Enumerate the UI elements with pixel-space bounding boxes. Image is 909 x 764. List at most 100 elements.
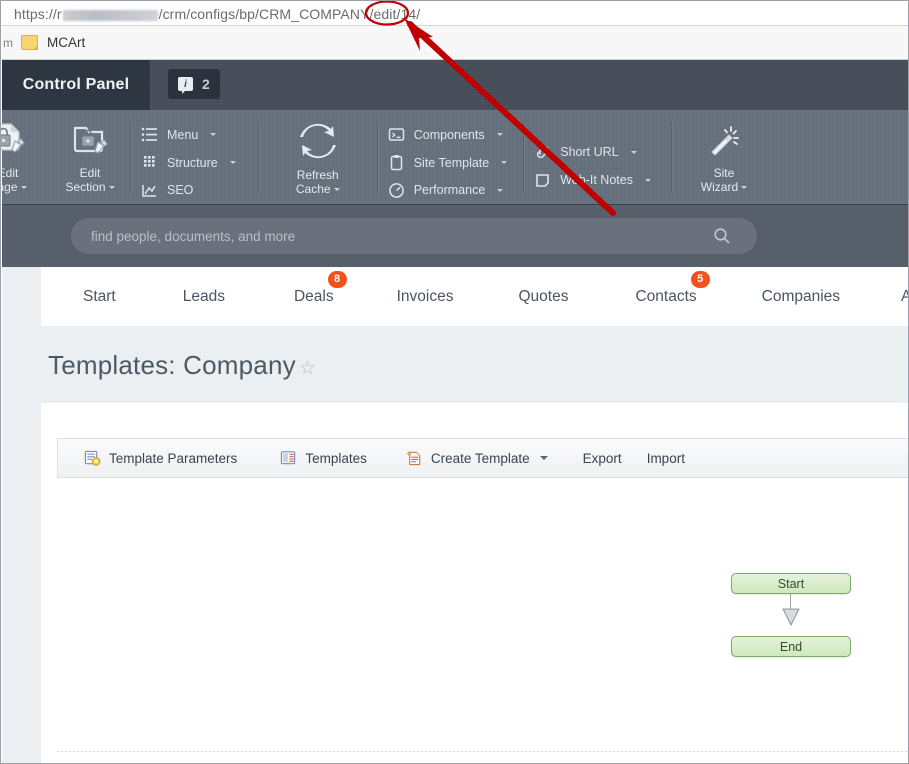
- performance-label: Performance: [413, 183, 486, 198]
- crm-navigation: Start Leads Deals 8 Invoices Quotes Cont…: [41, 267, 908, 326]
- workflow-diagram: Start End: [731, 573, 853, 683]
- arrow-down-icon: [781, 608, 800, 626]
- bookmark-partial-label[interactable]: m: [3, 36, 13, 50]
- note-icon: [534, 172, 551, 189]
- folder-icon: [21, 35, 38, 50]
- page-lock-edit-icon: [1, 120, 28, 160]
- edit-page-button[interactable]: Edit Page: [1, 110, 44, 194]
- export-button[interactable]: Export: [565, 439, 639, 477]
- toolbar-group-edit-section: Edit Section: [54, 110, 126, 204]
- toolbar-group-components: Components Site Template Performance: [378, 110, 522, 204]
- control-panel-header: Control Panel: [2, 60, 908, 110]
- chevron-down-icon: [108, 186, 115, 190]
- chevron-down-icon: [741, 186, 748, 190]
- control-panel-tab[interactable]: Control Panel: [2, 60, 150, 110]
- web-it-notes-button[interactable]: Web-It Notes: [524, 166, 665, 194]
- browser-url-bar[interactable]: https://r/crm/configs/bp/CRM_COMPANY/edi…: [2, 2, 908, 26]
- nav-item-companies[interactable]: Companies: [714, 288, 857, 306]
- chevron-down-icon: [210, 133, 217, 137]
- chevron-down-icon: [496, 133, 503, 137]
- bookmark-item-mcart[interactable]: MCArt: [21, 35, 85, 50]
- nav-label: Quotes: [518, 287, 569, 305]
- site-template-label: Site Template: [413, 155, 490, 170]
- browser-window: https://r/crm/configs/bp/CRM_COMPANY/edi…: [0, 0, 909, 764]
- toolbar-divider: [670, 122, 672, 192]
- structure-label: Structure: [167, 155, 218, 170]
- structure-button[interactable]: Structure: [131, 149, 250, 177]
- action-label: Templates: [305, 450, 367, 466]
- web-it-notes-label: Web-It Notes: [560, 173, 633, 187]
- chevron-down-icon: [20, 186, 27, 190]
- chevron-down-icon: [644, 178, 651, 182]
- nav-item-start[interactable]: Start: [41, 288, 133, 306]
- search-icon[interactable]: [713, 227, 743, 245]
- edit-page-label: Edit Page: [1, 166, 27, 194]
- components-label: Components: [413, 127, 485, 142]
- toolbar-divider: [257, 122, 259, 192]
- template-parameters-button[interactable]: Template Parameters: [58, 439, 254, 477]
- page-title: Templates: Company: [48, 350, 296, 380]
- nav-item-invoices[interactable]: Invoices: [351, 288, 471, 306]
- url-suffix: /crm/configs/bp/CRM_COMPANY/edit/14/: [158, 5, 421, 22]
- nav-badge-deals: 8: [327, 270, 347, 288]
- edit-section-label: Edit Section: [65, 166, 115, 194]
- toolbar-group-refresh: Refresh Cache: [277, 110, 359, 204]
- create-template-button[interactable]: Create Template: [384, 439, 565, 477]
- nav-label: Activities: [901, 288, 908, 305]
- grid-icon: [141, 154, 158, 171]
- toolbar-group-site: Menu Structure SEO: [131, 110, 250, 204]
- seo-button[interactable]: SEO: [131, 176, 250, 204]
- chevron-down-icon: [333, 188, 340, 192]
- link-icon: [534, 144, 551, 161]
- workflow-node-label: End: [779, 639, 803, 654]
- refresh-cache-button[interactable]: Refresh Cache: [277, 110, 359, 196]
- create-template-icon: [406, 449, 423, 467]
- chevron-down-icon: [539, 456, 548, 460]
- star-outline-icon[interactable]: ☆: [299, 357, 316, 380]
- page-title-band: Templates: Company ☆: [41, 326, 908, 403]
- chart-icon: [141, 182, 158, 199]
- performance-button[interactable]: Performance: [378, 176, 522, 204]
- nav-item-leads[interactable]: Leads: [133, 288, 242, 306]
- nav-item-quotes[interactable]: Quotes: [470, 288, 585, 306]
- menu-button[interactable]: Menu: [131, 121, 250, 149]
- action-toolbar: Template Parameters Templates Create Tem…: [57, 438, 908, 478]
- import-button[interactable]: Import: [639, 439, 702, 477]
- clipboard-icon: [388, 154, 405, 171]
- template-parameters-icon: [84, 449, 101, 467]
- nav-label: Companies: [761, 287, 841, 305]
- chevron-down-icon: [229, 161, 236, 164]
- short-url-button[interactable]: Short URL: [524, 138, 665, 166]
- global-search[interactable]: [71, 218, 757, 254]
- nav-item-activities[interactable]: Activities: [857, 288, 908, 306]
- content-card: Template Parameters Templates Create Tem…: [41, 403, 908, 763]
- site-wizard-button[interactable]: Site Wizard: [688, 110, 760, 194]
- workflow-node-end[interactable]: End: [731, 636, 851, 657]
- chevron-down-icon: [630, 150, 637, 154]
- nav-label: Start: [83, 287, 116, 305]
- templates-button[interactable]: Templates: [254, 439, 384, 477]
- workflow-node-label: Start: [777, 576, 805, 591]
- notifications-button[interactable]: i 2: [168, 69, 220, 99]
- toolbar-group-edit: Edit Page: [1, 110, 44, 204]
- search-input[interactable]: [71, 228, 713, 244]
- toolbar-group-wizard: Site Wizard: [688, 110, 760, 204]
- gauge-icon: [388, 182, 405, 199]
- short-url-label: Short URL: [560, 145, 619, 159]
- url-text[interactable]: https://r/crm/configs/bp/CRM_COMPANY/edi…: [2, 6, 420, 22]
- cms-toolbar: Edit Page Edit: [1, 110, 908, 205]
- bookmarks-bar[interactable]: m MCArt: [2, 26, 908, 60]
- chevron-down-icon: [501, 161, 508, 164]
- magic-wand-icon: [704, 120, 744, 160]
- console-icon: [388, 126, 405, 143]
- site-template-button[interactable]: Site Template: [378, 149, 522, 177]
- components-button[interactable]: Components: [378, 121, 522, 149]
- workflow-node-start[interactable]: Start: [731, 573, 851, 594]
- templates-icon: [280, 449, 297, 467]
- edit-section-button[interactable]: Edit Section: [54, 110, 126, 194]
- nav-item-deals[interactable]: Deals 8: [242, 270, 351, 306]
- nav-item-contacts[interactable]: Contacts 5: [585, 270, 713, 306]
- action-label: Import: [646, 450, 685, 466]
- seo-label: SEO: [167, 183, 194, 198]
- nav-label: Invoices: [396, 287, 454, 305]
